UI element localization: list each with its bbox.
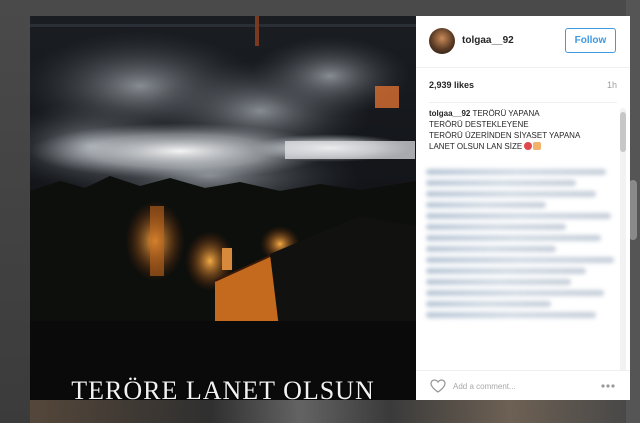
blurred-comment: [426, 301, 551, 307]
caption-line-1: tolgaa__92 TERÖRÜ YAPANA: [429, 108, 619, 119]
post-photo[interactable]: TERÖRE LANET OLSUN: [30, 16, 416, 400]
blurred-comments: [426, 164, 622, 378]
blurred-comment: [426, 224, 566, 230]
blurred-comment: [426, 246, 556, 252]
blurred-comment: [426, 180, 576, 186]
caption-text-2: TERÖRÜ DESTEKLEYENE: [429, 120, 529, 129]
background-feed-strip: [30, 400, 630, 423]
add-comment-input[interactable]: [453, 380, 593, 393]
blurred-comment: [426, 257, 614, 263]
image-overlay-text: TERÖRE LANET OLSUN: [71, 376, 375, 400]
blurred-comment: [426, 169, 606, 175]
caption-text-1: TERÖRÜ YAPANA: [472, 109, 540, 118]
post-header: tolgaa__92 Follow: [416, 16, 630, 68]
caption-line-4: LANET OLSUN LAN SİZE: [429, 141, 619, 152]
likes-row: 2,939 likes 1h: [429, 80, 617, 96]
blurred-comment: [426, 191, 596, 197]
hands-emoji-icon: [533, 142, 542, 150]
heart-emoji-icon: [524, 142, 533, 150]
blurred-comment: [426, 268, 586, 274]
blurred-comment: [426, 290, 604, 296]
caption-username[interactable]: tolgaa__92: [429, 109, 470, 118]
post-timestamp[interactable]: 1h: [607, 80, 617, 90]
blurred-comment: [426, 312, 596, 318]
blurred-comment: [426, 202, 546, 208]
divider: [429, 102, 617, 103]
night-smoke-scene: [30, 16, 416, 400]
caption-text-3: TERÖRÜ ÜZERİNDEN SİYASET YAPANA: [429, 131, 581, 140]
username-link[interactable]: tolgaa__92: [462, 35, 514, 46]
comments-scrollbar[interactable]: [620, 108, 626, 378]
blurred-comment: [426, 235, 601, 241]
post-caption: tolgaa__92 TERÖRÜ YAPANA TERÖRÜ DESTEKLE…: [429, 108, 619, 152]
blurred-comment: [426, 279, 571, 285]
window-scrollbar-thumb[interactable]: [629, 180, 637, 240]
post-side-panel: tolgaa__92 Follow 2,939 likes 1h tolgaa_…: [416, 16, 630, 400]
likes-count[interactable]: 2,939 likes: [429, 80, 474, 90]
comments-scrollbar-thumb[interactable]: [620, 112, 626, 152]
avatar[interactable]: [429, 28, 455, 54]
heart-icon[interactable]: [430, 379, 446, 393]
follow-button[interactable]: Follow: [565, 28, 616, 53]
blurred-comment: [426, 213, 611, 219]
comment-bar: [416, 370, 630, 400]
more-options-icon[interactable]: [600, 383, 616, 389]
caption-text-4: LANET OLSUN LAN SİZE: [429, 142, 523, 151]
